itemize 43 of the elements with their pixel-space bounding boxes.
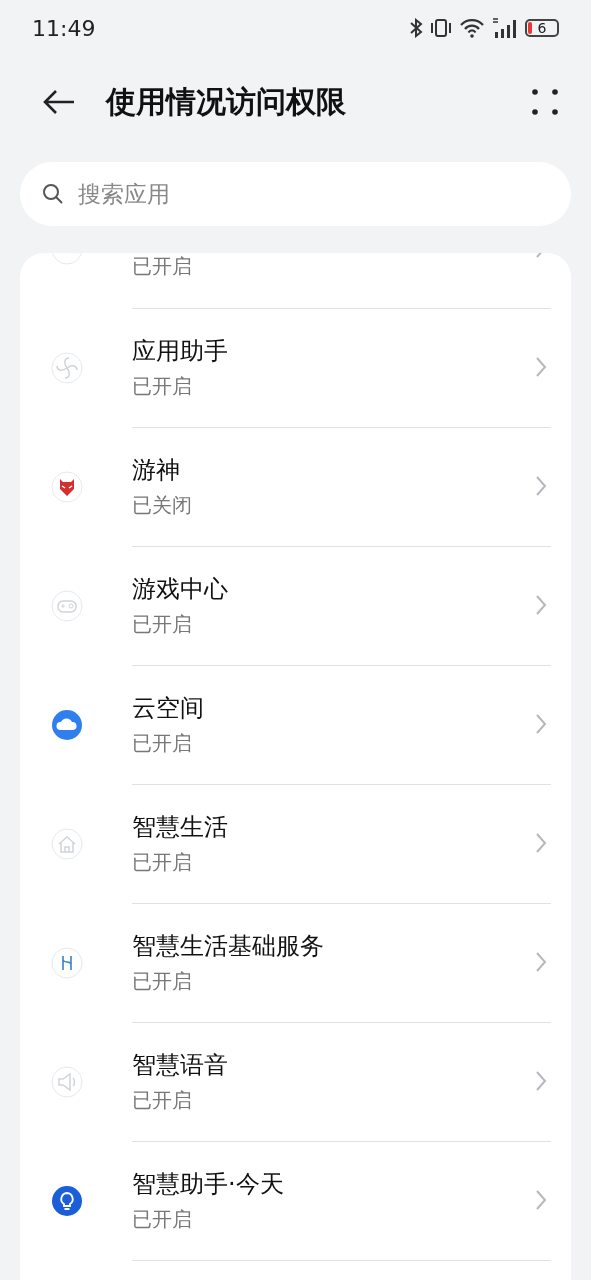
wifi-icon bbox=[459, 18, 485, 38]
fan-icon bbox=[51, 351, 83, 384]
app-list-item[interactable]: 游神 已关闭 bbox=[20, 427, 571, 546]
app-name: 智慧生活 bbox=[132, 811, 229, 843]
search-field[interactable]: 搜索应用 bbox=[20, 162, 571, 226]
app-list-item[interactable]: 智慧助手·今天 已开启 bbox=[20, 1141, 571, 1260]
app-name: 游神 bbox=[132, 454, 181, 486]
app-name: 智慧助手·今天 bbox=[132, 1168, 285, 1200]
app-status: 已开启 bbox=[132, 1205, 193, 1233]
status-time: 11:49 bbox=[32, 15, 96, 41]
app-list-item[interactable]: 智慧生活 已开启 bbox=[20, 784, 571, 903]
app-status: 已关闭 bbox=[132, 491, 193, 519]
mask-icon bbox=[51, 470, 83, 503]
app-list-item[interactable]: 已开启 bbox=[20, 253, 571, 308]
hook-icon bbox=[51, 946, 83, 979]
app-list-item[interactable]: 游戏中心 已开启 bbox=[20, 546, 571, 665]
bulb-icon bbox=[51, 1184, 83, 1217]
app-status: 已开启 bbox=[132, 848, 193, 876]
house-icon bbox=[51, 827, 83, 860]
battery-level: 6 bbox=[537, 21, 547, 35]
app-status: 已开启 bbox=[132, 729, 193, 757]
app-name: 云空间 bbox=[132, 692, 205, 724]
app-list-item[interactable]: 智慧语音 已开启 bbox=[20, 1022, 571, 1141]
cloud-icon bbox=[51, 708, 83, 741]
app-status: 已开启 bbox=[132, 967, 193, 995]
app-name: 应用助手 bbox=[132, 335, 229, 367]
speaker-icon bbox=[51, 1065, 83, 1098]
page-title: 使用情况访问权限 bbox=[106, 82, 347, 121]
app-name: 智慧语音 bbox=[132, 1049, 229, 1081]
vibrate-icon bbox=[429, 18, 453, 38]
app-list-item[interactable]: 智慧生活基础服务 已开启 bbox=[20, 903, 571, 1022]
app-list-item[interactable]: 应用助手 已开启 bbox=[20, 308, 571, 427]
signal-icon bbox=[491, 17, 519, 39]
app-list-item[interactable]: 云空间 已开启 bbox=[20, 665, 571, 784]
app-name: 游戏中心 bbox=[132, 573, 229, 605]
search-icon bbox=[42, 183, 64, 205]
app-name: 智慧生活基础服务 bbox=[132, 930, 325, 962]
app-status: 已开启 bbox=[132, 253, 193, 280]
app-status: 已开启 bbox=[132, 1086, 193, 1114]
bluetooth-icon bbox=[409, 18, 423, 38]
app-status: 已开启 bbox=[132, 610, 193, 638]
gamepad-icon bbox=[51, 589, 83, 622]
app-status: 已开启 bbox=[132, 372, 193, 400]
